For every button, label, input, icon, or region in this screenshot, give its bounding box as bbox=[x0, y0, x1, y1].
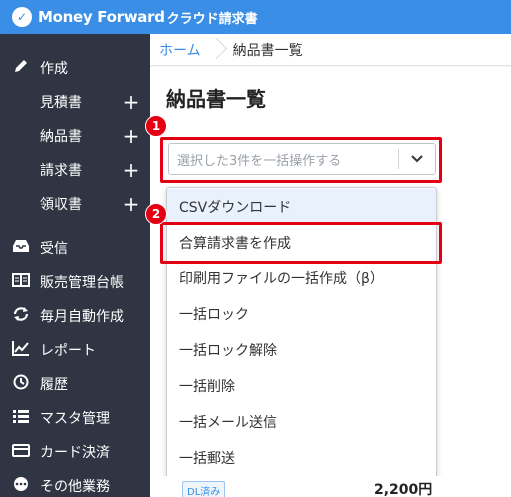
sidebar-item-label: 販売管理台帳 bbox=[40, 275, 124, 291]
sidebar-sub-label: 領収書 bbox=[40, 197, 82, 213]
highlight-box-step2 bbox=[160, 222, 442, 264]
amount-value: 2,200円 bbox=[374, 482, 433, 497]
breadcrumb-home-link[interactable]: ホーム bbox=[159, 40, 201, 60]
breadcrumb: ホーム 納品書一覧 bbox=[150, 34, 511, 66]
logo-icon: ✓ bbox=[12, 7, 32, 27]
sidebar-sub-label: 納品書 bbox=[40, 129, 82, 145]
sidebar-sub-label: 見積書 bbox=[40, 95, 82, 111]
option-bulk-delete[interactable]: 一括削除 bbox=[167, 368, 436, 404]
sidebar-item-ledger[interactable]: 販売管理台帳 bbox=[0, 265, 150, 299]
sidebar-sub-receipt[interactable]: 領収書 + bbox=[0, 187, 150, 221]
sidebar-item-create[interactable]: 作成 bbox=[0, 51, 150, 85]
option-bulk-unlock[interactable]: 一括ロック解除 bbox=[167, 332, 436, 368]
card-icon bbox=[10, 442, 32, 462]
sidebar-item-label: 履歴 bbox=[40, 377, 68, 393]
add-invoice-button[interactable]: + bbox=[120, 158, 142, 182]
option-csv-download[interactable]: CSVダウンロード bbox=[167, 189, 436, 225]
sidebar-item-inbox[interactable]: 受信 bbox=[0, 231, 150, 265]
sidebar-item-label: レポート bbox=[40, 343, 96, 359]
app-header: ✓ Money Forward クラウド請求書 bbox=[0, 0, 511, 34]
sidebar-item-master[interactable]: マスタ管理 bbox=[0, 401, 150, 435]
option-bulk-lock[interactable]: 一括ロック bbox=[167, 296, 436, 332]
add-quote-button[interactable]: + bbox=[120, 90, 142, 114]
option-bulk-email[interactable]: 一括メール送信 bbox=[167, 404, 436, 440]
sidebar-sub-quote[interactable]: 見積書 + bbox=[0, 85, 150, 119]
product-name: クラウド請求書 bbox=[166, 11, 258, 27]
inbox-icon bbox=[10, 238, 32, 258]
breadcrumb-separator-icon bbox=[211, 34, 223, 66]
brand-name: Money Forward bbox=[38, 8, 165, 26]
add-receipt-button[interactable]: + bbox=[120, 192, 142, 216]
sidebar-item-report[interactable]: レポート bbox=[0, 333, 150, 367]
ledger-icon bbox=[10, 272, 32, 292]
sidebar-item-label: 受信 bbox=[40, 241, 68, 257]
sidebar-item-label: その他業務 bbox=[40, 479, 110, 495]
sidebar-sub-label: 請求書 bbox=[40, 163, 82, 179]
sidebar-item-label: 毎月自動作成 bbox=[40, 309, 124, 325]
step-badge-2: 2 bbox=[145, 203, 167, 225]
pencil-icon bbox=[10, 58, 32, 78]
highlight-box-step1 bbox=[160, 137, 442, 183]
sidebar-item-other[interactable]: その他業務 bbox=[0, 469, 150, 497]
sidebar-sub-invoice[interactable]: 請求書 + bbox=[0, 153, 150, 187]
status-badge: DL済み bbox=[182, 481, 226, 497]
sidebar-item-label: カード決済 bbox=[40, 445, 110, 461]
sidebar-item-history[interactable]: 履歴 bbox=[0, 367, 150, 401]
page-title: 納品書一覧 bbox=[166, 87, 266, 111]
sidebar-item-label: 作成 bbox=[40, 61, 68, 77]
breadcrumb-current: 納品書一覧 bbox=[232, 42, 303, 59]
sidebar-item-card-payment[interactable]: カード決済 bbox=[0, 435, 150, 469]
step-badge-1: 1 bbox=[145, 115, 167, 137]
refresh-icon bbox=[10, 306, 32, 326]
sidebar-sub-delivery[interactable]: 納品書 + bbox=[0, 119, 150, 153]
more-icon bbox=[10, 476, 32, 496]
sidebar-item-auto-create[interactable]: 毎月自動作成 bbox=[0, 299, 150, 333]
sidebar-item-label: マスタ管理 bbox=[40, 411, 110, 427]
add-delivery-button[interactable]: + bbox=[120, 124, 142, 148]
option-print-files[interactable]: 印刷用ファイルの一括作成（β） bbox=[167, 260, 436, 296]
table-row: DL済み 2,200円 bbox=[150, 476, 511, 497]
history-icon bbox=[10, 374, 32, 394]
chart-icon bbox=[10, 340, 32, 360]
option-bulk-post[interactable]: 一括郵送 bbox=[167, 440, 436, 476]
sidebar: 作成 見積書 + 納品書 + 請求書 + 領収書 + 受信 販売管理台帳 毎月自… bbox=[0, 34, 150, 497]
list-icon bbox=[10, 408, 32, 428]
